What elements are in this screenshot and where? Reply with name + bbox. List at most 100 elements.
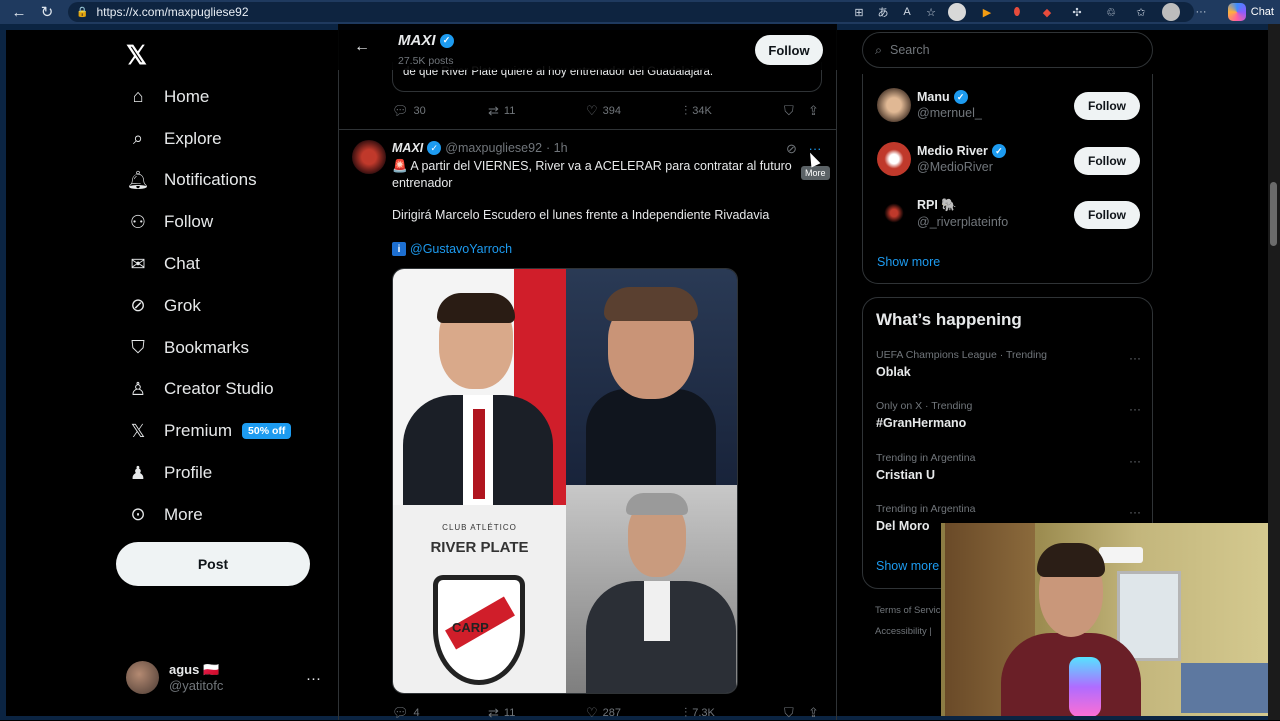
tweet-mention[interactable]: i @GustavoYarroch — [392, 242, 512, 256]
sidebar-item-explore[interactable]: ⌕ Explore — [126, 118, 291, 160]
mention-link[interactable]: @GustavoYarroch — [410, 242, 512, 256]
back-arrow-icon[interactable]: ← — [354, 38, 370, 56]
read-aloud-icon[interactable]: A — [898, 3, 916, 21]
share-button[interactable]: ⇪ — [808, 103, 819, 119]
sidebar-nav: ⌂ Home ⌕ Explore 🔔︎ Notifications ⚇ Follow ✉… — [126, 76, 292, 536]
media-photo-2 — [566, 269, 737, 485]
avatar[interactable] — [352, 140, 386, 174]
scrollbar-thumb[interactable] — [1270, 182, 1277, 246]
trend-more-icon[interactable]: ··· — [1129, 402, 1141, 416]
red-extension-icon[interactable]: ◆ — [1038, 3, 1056, 21]
follow-button[interactable]: Follow — [755, 35, 823, 65]
search-input[interactable]: ⌕ Search — [862, 32, 1153, 68]
sidebar-item-premium[interactable]: 𝕏 Premium 50% off — [126, 410, 292, 452]
sidebar-item-grok[interactable]: ⊘ Grok — [126, 285, 291, 327]
post-button[interactable]: Post — [116, 542, 310, 586]
trend-topic: Cristian U — [876, 468, 936, 482]
reply-button[interactable]: 💬︎ 4 — [392, 705, 488, 721]
post-count: 27.5K posts — [398, 55, 454, 67]
x-logo-icon[interactable]: 𝕏 — [126, 40, 147, 71]
club-big-text: RIVER PLATE — [430, 539, 529, 556]
profile-sync-icon[interactable]: ♲ — [1102, 3, 1120, 21]
bookmark-button[interactable]: ⛉ — [784, 705, 808, 721]
views-icon: ⫶ — [684, 103, 688, 118]
back-icon[interactable]: ← — [8, 1, 30, 23]
like-button[interactable]: ♡ 394 — [586, 103, 684, 119]
media-river-crest: CLUB ATLÉTICO RIVER PLATE CARP — [393, 505, 566, 693]
sidebar-item-follow[interactable]: ⚇ Follow — [126, 201, 291, 243]
repost-button[interactable]: ⇄ 11 — [488, 103, 586, 119]
repost-icon: ⇄ — [488, 103, 499, 118]
account-more-icon[interactable]: ··· — [306, 670, 321, 687]
reply-icon: 💬︎ — [392, 103, 409, 118]
views-button[interactable]: ⫶ 7.3K — [684, 705, 784, 721]
profile-header: ← MAXI ✓ 27.5K posts Follow — [338, 24, 837, 70]
search-placeholder: Search — [890, 43, 930, 57]
translate-icon[interactable]: あ — [874, 3, 892, 21]
copilot-chat-button[interactable]: Chat — [1227, 1, 1274, 23]
trend-more-icon[interactable]: ··· — [1129, 351, 1141, 365]
like-button[interactable]: ♡ 287 — [586, 705, 684, 721]
sidebar-item-label: Profile — [164, 463, 213, 483]
tweet-media-image[interactable]: CLUB ATLÉTICO RIVER PLATE CARP — [392, 268, 738, 694]
bookmark-button[interactable]: ⛉ — [784, 103, 808, 119]
sidebar-item-chat[interactable]: ✉ Chat — [126, 243, 291, 285]
sidebar-item-bookmarks[interactable]: ⛉ Bookmarks — [126, 327, 291, 369]
follow-button[interactable]: Follow — [1074, 201, 1140, 229]
sidebar-item-creator-studio[interactable]: ♙ Creator Studio — [126, 369, 291, 411]
browser-menu-icon[interactable]: ··· — [1192, 3, 1210, 21]
trend-context: Only on X · Trending — [876, 400, 973, 412]
favorites-list-icon[interactable]: ✩ — [1132, 3, 1150, 21]
repost-button[interactable]: ⇄ 11 — [488, 705, 586, 721]
shield-extension-icon[interactable]: ⬮ — [1008, 3, 1026, 21]
extension-icon[interactable] — [948, 3, 966, 21]
sidebar-item-label: Bookmarks — [164, 337, 250, 357]
trend-item[interactable]: UEFA Champions League · Trending Oblak ·… — [876, 349, 1141, 379]
trend-item[interactable]: Only on X · Trending #GranHermano ··· — [876, 400, 1141, 430]
profile-name: MAXI ✓ — [398, 32, 454, 49]
webcam-overlay — [941, 523, 1268, 716]
account-switcher[interactable]: agus 🇵🇱 @yatitofc — [126, 661, 223, 694]
lock-icon: 🔒 — [76, 6, 89, 18]
show-more-link[interactable]: Show more — [876, 559, 939, 573]
follow-button[interactable]: Follow — [1074, 92, 1140, 120]
scrollbar[interactable] — [1268, 24, 1280, 720]
footer-accessibility-link[interactable]: Accessibility | — [875, 626, 932, 637]
show-more-link[interactable]: Show more — [877, 255, 940, 269]
verified-icon: ✓ — [991, 144, 1006, 158]
sidebar-item-profile[interactable]: ♟ Profile — [126, 452, 291, 494]
suggested-account[interactable]: RPI 🐘 @_riverplateinfo — [877, 196, 1008, 230]
suggested-account[interactable]: Manu ✓ @mernuel_ — [877, 88, 982, 122]
sidebar-item-label: Follow — [164, 212, 214, 232]
trend-more-icon[interactable]: ··· — [1129, 505, 1141, 519]
figure-hair — [437, 293, 515, 323]
play-extension-icon[interactable]: ▶ — [978, 3, 996, 21]
browser-profile-avatar[interactable] — [1162, 3, 1180, 21]
apps-icon[interactable]: ⊞ — [850, 3, 868, 21]
favorite-star-icon[interactable]: ☆ — [922, 3, 940, 21]
tweet-author-handle[interactable]: @maxpugliese92 — [445, 141, 542, 155]
bookmark-icon: ⛉ — [784, 103, 794, 118]
trend-item[interactable]: Trending in Argentina Cristian U ··· — [876, 452, 1141, 482]
sidebar-item-notifications[interactable]: 🔔︎ Notifications — [126, 160, 291, 202]
trend-more-icon[interactable]: ··· — [1129, 454, 1141, 468]
extensions-puzzle-icon[interactable]: ✣ — [1068, 3, 1086, 21]
follow-button[interactable]: Follow — [1074, 147, 1140, 175]
sidebar-item-home[interactable]: ⌂ Home — [126, 76, 291, 118]
media-photo-4 — [566, 485, 737, 693]
tweet-time[interactable]: · 1h — [546, 141, 568, 155]
share-button[interactable]: ⇪ — [808, 705, 819, 721]
grok-explain-icon[interactable]: ⊘ — [786, 141, 797, 157]
suggested-account[interactable]: Medio River ✓ @MedioRiver — [877, 142, 1006, 176]
refresh-icon[interactable]: ↻ — [36, 1, 58, 23]
reply-button[interactable]: 💬︎ 30 — [392, 103, 488, 119]
footer-terms-link[interactable]: Terms of Service — [875, 605, 946, 616]
who-to-follow-card: Manu ✓ @mernuel_ Follow Medio River ✓ @Med… — [862, 74, 1153, 284]
suggested-name-text: Medio River — [917, 144, 988, 158]
reply-count: 30 — [413, 105, 426, 117]
avatar — [877, 88, 911, 122]
tweet-author-name[interactable]: MAXI — [392, 141, 423, 155]
views-button[interactable]: ⫶ 34K — [684, 103, 784, 119]
sidebar-item-label: Creator Studio — [164, 379, 274, 399]
sidebar-item-more[interactable]: ⊙ More — [126, 494, 291, 536]
